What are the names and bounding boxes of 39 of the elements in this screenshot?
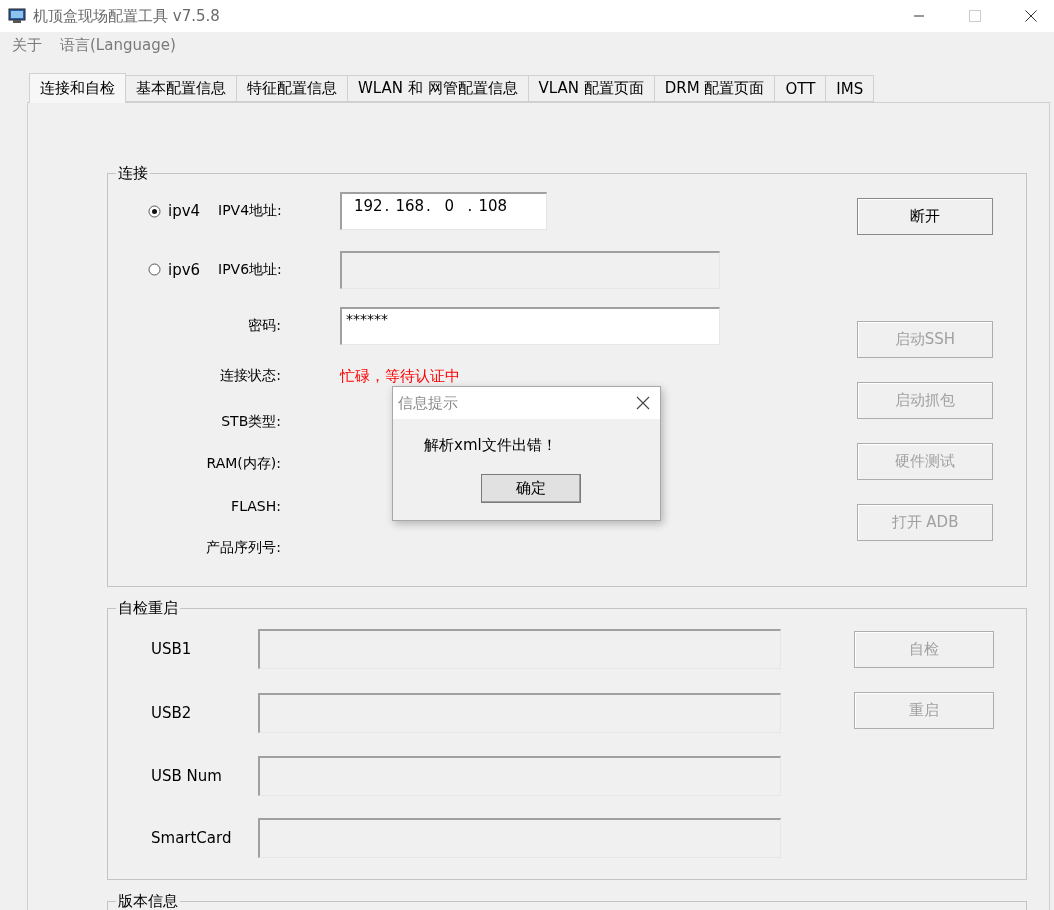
status-text: 忙碌，等待认证中: [340, 366, 461, 386]
tab[interactable]: WLAN 和 网管配置信息: [348, 75, 529, 102]
group-title: 版本信息: [118, 892, 178, 910]
field-label: 密码:: [248, 316, 281, 335]
radio-icon[interactable]: [148, 204, 161, 218]
tab[interactable]: VLAN 配置页面: [528, 75, 655, 102]
radio-button[interactable]: ipv4: [148, 202, 218, 220]
field-label: RAM(内存):: [206, 455, 281, 473]
menu-item[interactable]: 语言(Language): [60, 35, 176, 55]
tab[interactable]: 基本配置信息: [126, 75, 237, 102]
computer-icon: [8, 8, 26, 24]
field-label: IPV6地址:: [218, 260, 282, 279]
field-label: USB1: [151, 640, 193, 658]
field-label: STB类型:: [221, 412, 281, 431]
field-label: SmartCard: [151, 829, 233, 847]
ok-button[interactable]: 确定: [481, 474, 581, 503]
tab[interactable]: IMS: [826, 75, 875, 102]
tab[interactable]: 特征配置信息: [237, 75, 348, 102]
field-label: 连接状态:: [220, 367, 281, 385]
group-title: 自检重启: [118, 599, 178, 617]
dialog-message: 解析xml文件出错！: [424, 436, 558, 455]
password-field[interactable]: ******: [340, 306, 720, 345]
action-button[interactable]: 断开: [857, 198, 993, 235]
menu-item[interactable]: 关于: [12, 35, 42, 55]
maximize-icon[interactable]: [969, 10, 981, 22]
field-label: FLASH:: [231, 498, 281, 514]
ip-address-field[interactable]: 192. 168. 0 . 108: [340, 192, 547, 230]
tab[interactable]: OTT: [775, 75, 827, 102]
window-title: 机顶盒现场配置工具 v7.5.8: [33, 6, 221, 26]
tab[interactable]: 连接和自检: [29, 73, 126, 103]
group-title: 连接: [118, 164, 148, 182]
close-icon[interactable]: [636, 396, 650, 410]
field-label: USB2: [151, 704, 193, 722]
field-label: 产品序列号:: [206, 539, 281, 557]
field-label: USB Num: [151, 767, 223, 785]
tab[interactable]: DRM 配置页面: [654, 75, 776, 102]
dialog-title: 信息提示: [398, 393, 458, 413]
field-label: IPV4地址:: [218, 202, 282, 220]
close-icon[interactable]: [1025, 10, 1037, 22]
